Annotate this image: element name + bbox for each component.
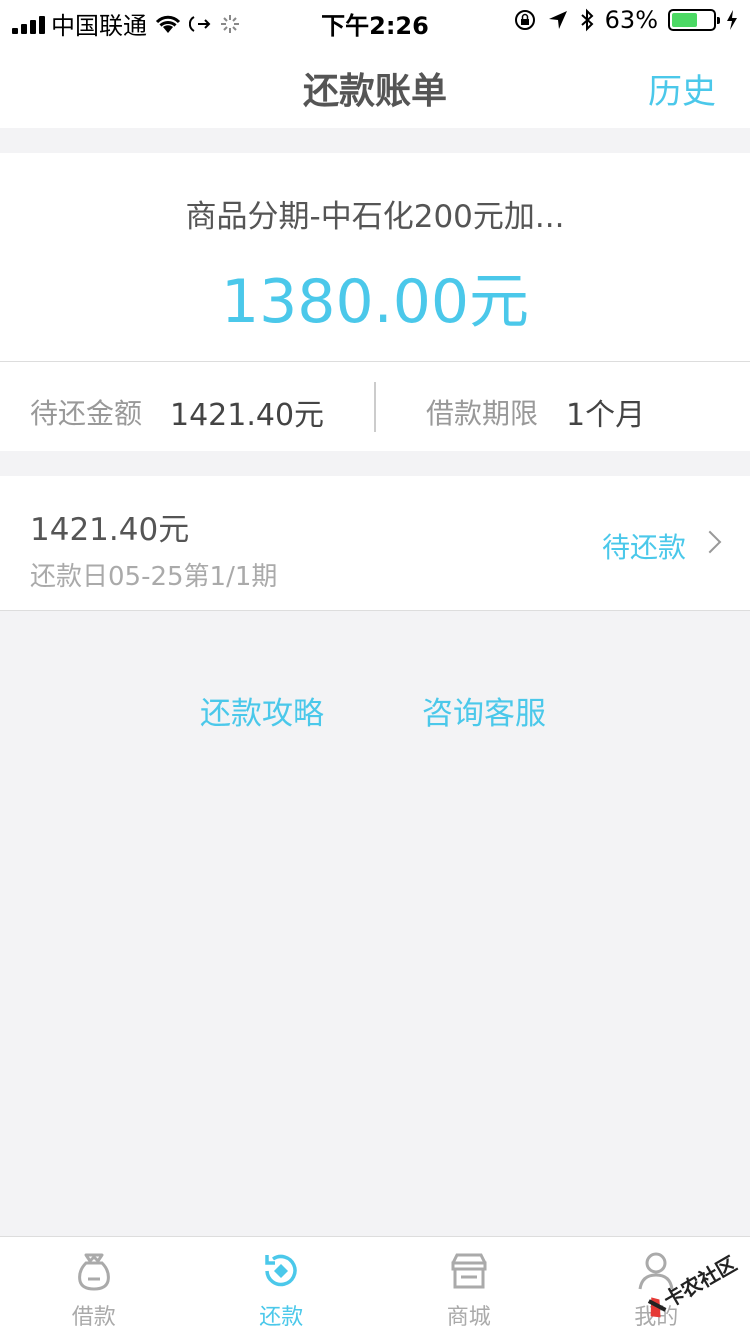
- tab-mall-label: 商城: [446, 1305, 491, 1330]
- chevron-right-icon: [698, 530, 722, 554]
- location-icon: [548, 11, 567, 29]
- battery-icon: [668, 9, 720, 31]
- vertical-divider: [374, 382, 376, 432]
- help-links: 还款攻略 咨询客服: [0, 688, 750, 732]
- page-title: 还款账单: [302, 71, 447, 112]
- bill-status: 待还款: [601, 531, 686, 564]
- customer-service-link[interactable]: 咨询客服: [422, 688, 546, 733]
- repay-icon: [265, 1254, 297, 1287]
- loan-term-label: 借款期限: [426, 397, 539, 430]
- bill-due-date: 还款日05-25第1/1期: [30, 562, 278, 592]
- pending-amount-label: 待还金额: [30, 397, 143, 430]
- status-bar: 中国联通 下午2:26 63%: [0, 0, 750, 40]
- tab-repay[interactable]: 还款: [188, 1237, 376, 1334]
- summary-card: 商品分期-中石化200元加... 1380.00元 待还金额 1421.40元 …: [0, 153, 750, 451]
- product-name: 商品分期-中石化200元加...: [185, 199, 565, 235]
- bill-list-item[interactable]: 1421.40元 还款日05-25第1/1期 待还款: [0, 476, 750, 611]
- battery-percent: 63%: [604, 6, 658, 34]
- charging-icon: [727, 10, 737, 30]
- tab-repay-label: 还款: [259, 1305, 304, 1330]
- watermark-text: 卡农社区: [659, 1251, 740, 1312]
- bag-icon: [77, 1253, 110, 1291]
- store-icon: [451, 1253, 487, 1289]
- tab-borrow[interactable]: 借款: [0, 1237, 188, 1334]
- bluetooth-icon: [580, 8, 594, 32]
- loan-amount: 1380.00元: [220, 267, 530, 337]
- loan-term-value: 1个月: [566, 398, 646, 433]
- tab-mall[interactable]: 商城: [375, 1237, 563, 1334]
- history-button[interactable]: 历史: [648, 64, 716, 113]
- screen: 中国联通 下午2:26 63% 还款账单 历史 商品分期-中石化200元加...…: [0, 0, 750, 1334]
- bill-amount: 1421.40元: [30, 512, 190, 548]
- rotation-lock-icon: [514, 10, 535, 30]
- pending-amount-value: 1421.40元: [170, 398, 325, 433]
- repayment-guide-link[interactable]: 还款攻略: [200, 688, 324, 733]
- tab-bar: 借款 还款 商城 我的 卡农社区: [0, 1236, 750, 1334]
- tab-borrow-label: 借款: [71, 1305, 116, 1330]
- watermark-logo: 卡农社区: [647, 1251, 741, 1318]
- nav-bar: 还款账单 历史: [0, 40, 750, 128]
- status-right: 63%: [513, 6, 738, 34]
- info-row: 待还金额 1421.40元 借款期限 1个月: [0, 362, 750, 451]
